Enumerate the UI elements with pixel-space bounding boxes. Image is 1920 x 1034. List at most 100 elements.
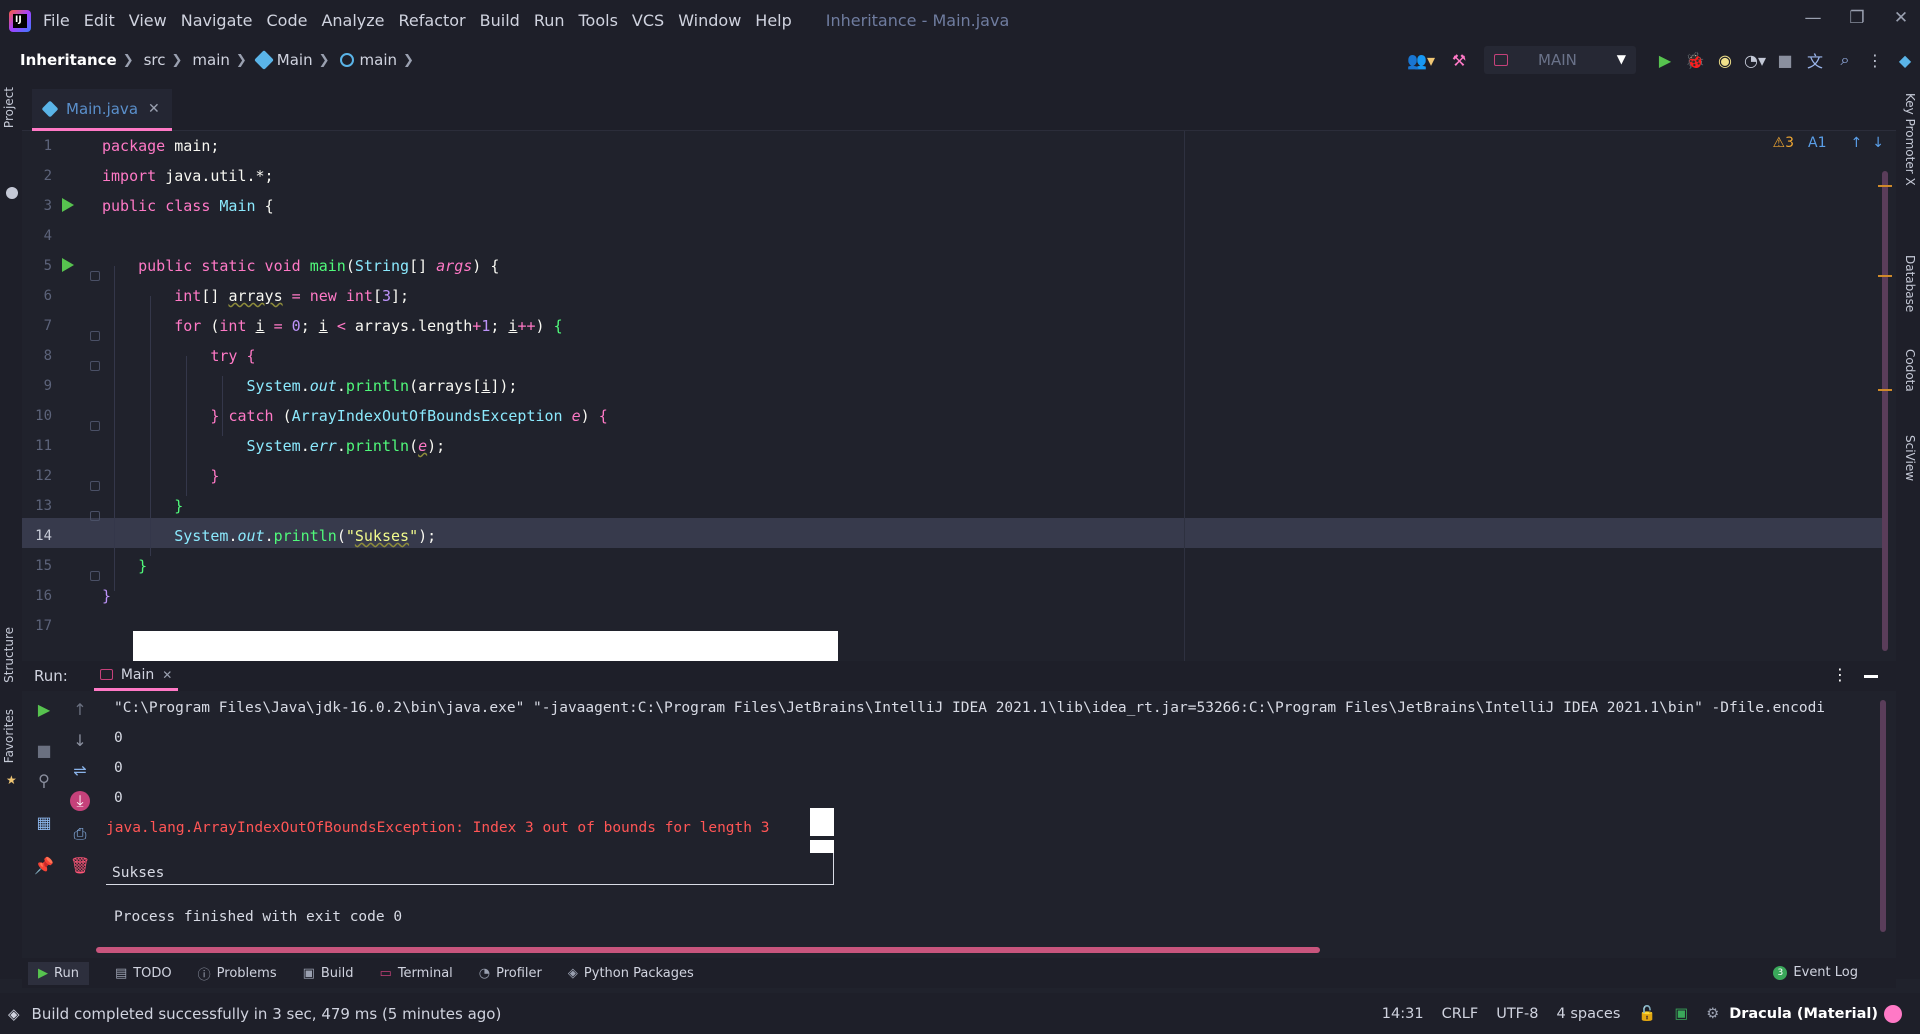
event-log-button[interactable]: 3 Event Log xyxy=(1773,965,1858,980)
layout-icon[interactable]: ▦ xyxy=(34,813,54,833)
more-vertical-icon[interactable]: ⋮ xyxy=(1832,665,1848,684)
run-main-gutter-icon[interactable] xyxy=(62,258,74,272)
clear-console-icon[interactable]: 🗑 xyxy=(70,856,90,876)
profiler-icon[interactable]: ◔▾ xyxy=(1740,51,1770,70)
build-hammer-icon[interactable]: ⚒ xyxy=(1444,51,1474,70)
breadcrumb-package[interactable]: main xyxy=(192,51,229,69)
codota-tool-tab[interactable]: Codota xyxy=(1903,349,1917,392)
attach-debugger-icon[interactable]: ⚲ xyxy=(34,771,54,791)
settings-gear-icon[interactable]: ⚙ xyxy=(1706,1006,1719,1022)
indent-setting[interactable]: 4 spaces xyxy=(1556,1006,1620,1022)
tab-main-java[interactable]: Main.java ✕ xyxy=(32,89,172,131)
favorites-tool-tab[interactable]: Favorites xyxy=(2,709,16,763)
intellij-logo-icon[interactable]: IJ xyxy=(9,9,31,32)
search-icon[interactable]: ⌕ xyxy=(1830,50,1860,70)
tool-tab-run[interactable]: ▶ Run xyxy=(28,961,89,985)
line-separator[interactable]: CRLF xyxy=(1442,1006,1479,1022)
file-encoding[interactable]: UTF-8 xyxy=(1496,1006,1538,1022)
print-icon[interactable]: ⎙ xyxy=(70,824,90,844)
lock-icon[interactable]: 🔓 xyxy=(1638,1005,1656,1022)
plugin-logo-icon[interactable]: ◆ xyxy=(1890,51,1920,70)
previous-highlight-icon[interactable]: ↑ xyxy=(1851,135,1863,151)
rerun-icon[interactable]: ▶ xyxy=(34,700,54,720)
breadcrumb-class-label: Main xyxy=(276,51,313,69)
minimize-icon[interactable]: — xyxy=(1798,8,1828,28)
coverage-icon[interactable]: ◉ xyxy=(1710,51,1740,70)
breadcrumb-class[interactable]: Main xyxy=(253,50,313,70)
warning-stripe-mark[interactable] xyxy=(1878,185,1892,187)
fold-marker-icon[interactable] xyxy=(90,571,100,581)
scroll-to-end-icon[interactable]: ⤓ xyxy=(70,791,90,811)
build-status-icon[interactable]: ◈ xyxy=(8,1005,20,1023)
key-promoter-tool-tab[interactable]: Key Promoter X xyxy=(1903,93,1917,186)
fold-marker-icon[interactable] xyxy=(90,271,100,281)
tool-tab-problems[interactable]: ⓘ Problems xyxy=(198,964,277,983)
theme-name[interactable]: Dracula (Material) xyxy=(1729,1006,1878,1022)
console-output[interactable]: "C:\Program Files\Java\jdk-16.0.2\bin\ja… xyxy=(94,691,1874,953)
warning-stripe-mark[interactable] xyxy=(1878,389,1892,391)
minimize-panel-icon[interactable] xyxy=(1864,675,1878,678)
menu-run[interactable]: Run xyxy=(534,11,565,30)
terminal-plugin-icon[interactable]: ▣ xyxy=(1674,1006,1688,1022)
fold-marker-icon[interactable] xyxy=(90,421,100,431)
tool-tab-todo[interactable]: ▤ TODO xyxy=(115,966,172,981)
fold-marker-icon[interactable] xyxy=(90,481,100,491)
breadcrumb-method[interactable]: main xyxy=(339,51,397,69)
close-window-icon[interactable]: ✕ xyxy=(1886,8,1916,28)
menu-help[interactable]: Help xyxy=(755,11,791,30)
database-tool-tab[interactable]: Database xyxy=(1903,255,1917,312)
run-tab-main[interactable]: Main ✕ xyxy=(93,661,179,691)
fold-marker-icon[interactable] xyxy=(90,331,100,341)
next-highlight-icon[interactable]: ↓ xyxy=(1872,135,1884,151)
code-editor[interactable]: 1 2 3 4 5 6 7 8 9 10 11 12 13 14 15 16 1… xyxy=(22,131,1896,661)
menu-navigate[interactable]: Navigate xyxy=(181,11,253,30)
menu-view[interactable]: View xyxy=(129,11,167,30)
editor-scrollbar[interactable] xyxy=(1882,171,1888,651)
menu-build[interactable]: Build xyxy=(480,11,520,30)
menu-window[interactable]: Window xyxy=(678,11,741,30)
run-icon[interactable]: ▶ xyxy=(1650,51,1680,70)
close-run-tab-icon[interactable]: ✕ xyxy=(162,668,172,682)
project-tool-tab[interactable]: Project xyxy=(2,87,16,128)
restore-icon[interactable]: ❐ xyxy=(1842,8,1872,28)
warning-stripe-mark[interactable] xyxy=(1878,275,1892,277)
status-message[interactable]: Build completed successfully in 3 sec, 4… xyxy=(32,1005,502,1023)
breadcrumb-src[interactable]: src xyxy=(144,51,166,69)
stop-run-icon[interactable]: ■ xyxy=(34,741,54,761)
menu-code[interactable]: Code xyxy=(267,11,308,30)
menu-edit[interactable]: Edit xyxy=(84,11,115,30)
scroll-up-icon[interactable]: ↑ xyxy=(70,700,90,720)
run-config-selector[interactable]: MAIN ▼ xyxy=(1484,46,1636,74)
more-vertical-icon[interactable]: ⋮ xyxy=(1860,51,1890,70)
user-group-icon[interactable]: 👥▾ xyxy=(1406,51,1436,70)
soft-wrap-icon[interactable]: ⇌ xyxy=(70,761,90,781)
tool-tab-terminal[interactable]: ▭ Terminal xyxy=(380,966,453,981)
console-horizontal-scrollbar[interactable] xyxy=(96,947,1320,953)
typo-count[interactable]: A1 xyxy=(1808,135,1827,151)
theme-color-icon[interactable] xyxy=(1884,1004,1902,1023)
fold-marker-icon[interactable] xyxy=(90,361,100,371)
tool-tab-build[interactable]: ▣ Build xyxy=(303,966,354,981)
inspection-widget[interactable]: ⚠3 A1 ↑ ↓ xyxy=(1773,135,1884,151)
console-vertical-scrollbar[interactable] xyxy=(1880,700,1886,932)
menu-analyze[interactable]: Analyze xyxy=(321,11,384,30)
breadcrumb-project[interactable]: Inheritance xyxy=(20,51,117,69)
fold-marker-icon[interactable] xyxy=(90,511,100,521)
pin-tab-icon[interactable]: 📌 xyxy=(34,856,54,876)
run-class-gutter-icon[interactable] xyxy=(62,198,74,212)
debug-bug-icon[interactable]: 🐞 xyxy=(1680,51,1710,70)
sciview-tool-tab[interactable]: SciView xyxy=(1903,435,1917,481)
scroll-down-icon[interactable]: ↓ xyxy=(70,731,90,751)
stop-icon[interactable]: ■ xyxy=(1770,51,1800,70)
caret-position[interactable]: 14:31 xyxy=(1382,1006,1424,1022)
close-tab-icon[interactable]: ✕ xyxy=(148,101,160,117)
tool-tab-python-packages[interactable]: ◈ Python Packages xyxy=(568,966,694,981)
menu-tools[interactable]: Tools xyxy=(579,11,618,30)
menu-refactor[interactable]: Refactor xyxy=(399,11,466,30)
menu-vcs[interactable]: VCS xyxy=(632,11,664,30)
menu-file[interactable]: File xyxy=(43,11,70,30)
translate-icon[interactable]: 文 xyxy=(1800,48,1830,72)
tool-tab-profiler[interactable]: ◔ Profiler xyxy=(479,966,542,981)
structure-tool-tab[interactable]: Structure xyxy=(2,627,16,683)
warning-count[interactable]: ⚠3 xyxy=(1773,135,1794,151)
